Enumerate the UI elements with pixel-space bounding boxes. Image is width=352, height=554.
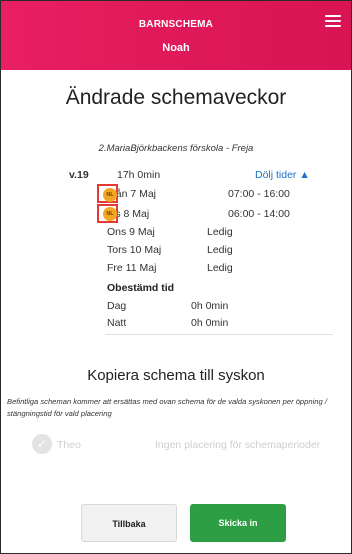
hide-times-toggle[interactable]: Dölj tider ▲ <box>255 169 310 181</box>
day-row: Fre 11 Maj Ledig <box>107 262 327 276</box>
undetermined-label: Dag <box>107 300 127 312</box>
day-status: Ledig <box>207 244 233 256</box>
submit-button[interactable]: Skicka in <box>190 504 286 542</box>
day-label: Tors 10 Maj <box>107 244 162 256</box>
day-label: Ons 9 Maj <box>107 226 155 238</box>
week-summary-row: v.19 17h 0min Dölj tider ▲ <box>1 169 351 183</box>
check-circle-icon[interactable]: ✓ <box>32 434 52 454</box>
week-total-time: 17h 0min <box>117 169 161 181</box>
day-row: Ons 9 Maj Ledig <box>107 226 327 240</box>
page-title: Ändrade schemaveckor <box>65 86 287 109</box>
sibling-row: ✓ Theo Ingen placering för schemaperiode… <box>1 431 351 457</box>
app-header: BARNSCHEMA Noah <box>1 1 351 70</box>
child-name: Noah <box>162 42 190 54</box>
undetermined-value: 0h 0min <box>191 300 229 312</box>
hamburger-menu-icon[interactable] <box>325 15 341 29</box>
copy-schedule-description: Befintliga scheman kommer att ersättas m… <box>7 397 327 418</box>
day-status: Ledig <box>207 262 233 274</box>
app-frame: BARNSCHEMA Noah Ändrade schemaveckor 2.M… <box>0 0 352 554</box>
day-status: Ledig <box>207 226 233 238</box>
sibling-status: Ingen placering för schemaperioder <box>155 439 321 451</box>
day-row: Mån 7 Maj 07:00 - 16:00 <box>107 188 327 202</box>
sibling-name: Theo <box>57 439 81 451</box>
week-number: v.19 <box>69 169 89 181</box>
day-label: Fre 11 Maj <box>107 262 157 274</box>
day-time: 06:00 - 14:00 <box>228 208 290 220</box>
undetermined-value: 0h 0min <box>191 317 229 329</box>
back-button[interactable]: Tillbaka <box>81 504 177 542</box>
nl-badge-icon: NL <box>103 188 117 202</box>
placement-label: 2.MariaBjörkbackens förskola - Freja <box>98 143 254 154</box>
copy-schedule-title: Kopiera schema till syskon <box>87 367 265 384</box>
day-time: 07:00 - 16:00 <box>228 188 290 200</box>
day-row: Tis 8 Maj 06:00 - 14:00 <box>107 208 327 222</box>
nl-badge-icon: NL <box>103 207 117 221</box>
undetermined-time-title: Obestämd tid <box>107 282 175 294</box>
day-row: Tors 10 Maj Ledig <box>107 244 327 258</box>
undetermined-label: Natt <box>107 317 127 329</box>
divider <box>105 334 333 335</box>
app-title: BARNSCHEMA <box>138 19 214 30</box>
